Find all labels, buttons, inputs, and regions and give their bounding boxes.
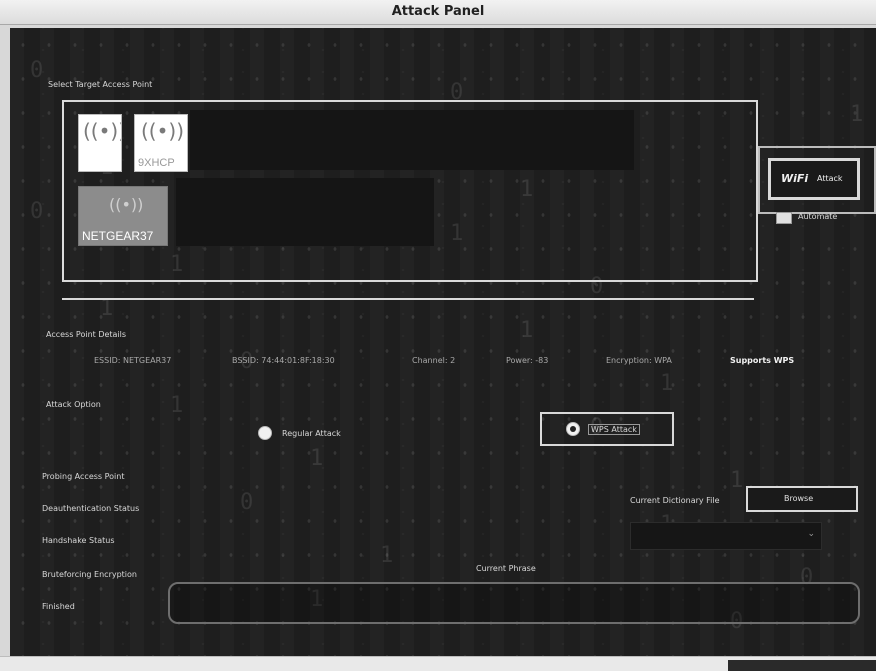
matrix-digit: 0 — [240, 490, 254, 515]
browse-button-label: Browse — [784, 494, 814, 503]
wifi-signal-icon: ((•)) — [83, 119, 122, 143]
wifi-logo-icon: WiFi — [781, 172, 809, 185]
regular-attack-label: Regular Attack — [282, 429, 341, 438]
status-bar — [0, 656, 876, 671]
access-point-list: ((•)) ((•)) 9XHCP ((•)) NETGEAR37 — [62, 100, 758, 282]
channel-value: Channel: 2 — [412, 356, 456, 365]
wps-attack-radio[interactable] — [566, 422, 580, 436]
access-point-details-label: Access Point Details — [46, 330, 127, 339]
encryption-value: Encryption: WPA — [606, 356, 672, 365]
attack-panel: 011011010110101101011010 Select Target A… — [10, 28, 876, 656]
power-value: Power: -83 — [506, 356, 549, 365]
access-point-tile-selected[interactable]: ((•)) NETGEAR37 — [78, 186, 168, 246]
wps-support-badge: Supports WPS — [730, 356, 795, 365]
wifi-signal-icon: ((•)) — [109, 195, 144, 214]
select-target-label: Select Target Access Point — [48, 80, 153, 89]
matrix-digit: 0 — [30, 199, 44, 224]
essid-value: ESSID: NETGEAR37 — [94, 356, 172, 365]
matrix-digit: 1 — [170, 393, 184, 418]
ap-row-area — [176, 178, 434, 246]
access-point-name: 9XHCP — [138, 157, 175, 169]
matrix-digit: 1 — [850, 102, 864, 127]
matrix-digit: 1 — [730, 468, 744, 493]
ap-row-area — [190, 110, 634, 170]
handshake-status-label: Handshake Status — [42, 536, 115, 545]
automate-label: Automate — [798, 212, 838, 221]
window-title: Attack Panel — [0, 0, 876, 25]
regular-attack-radio[interactable] — [258, 426, 272, 440]
attack-option-label: Attack Option — [46, 400, 101, 409]
matrix-digit: 1 — [520, 318, 534, 343]
current-phrase-field — [168, 582, 860, 624]
browse-button[interactable]: Browse — [746, 486, 858, 512]
bruteforce-status-label: Bruteforcing Encryption — [42, 570, 137, 579]
matrix-digit: 1 — [380, 543, 394, 568]
deauth-status-label: Deauthentication Status — [42, 504, 140, 513]
wifi-signal-icon: ((•)) — [141, 119, 185, 143]
status-bar-block — [728, 660, 876, 671]
dictionary-file-label: Current Dictionary File — [630, 496, 720, 505]
wps-attack-label: WPS Attack — [588, 424, 640, 435]
access-point-tile[interactable]: ((•)) 9XHCP — [134, 114, 188, 172]
bssid-value: BSSID: 74:44:01:8F:18:30 — [232, 356, 335, 365]
access-point-tile[interactable]: ((•)) — [78, 114, 122, 172]
chevron-down-icon: ⌄ — [807, 529, 815, 539]
automate-checkbox[interactable] — [776, 212, 792, 224]
finished-status-label: Finished — [42, 602, 75, 611]
current-phrase-label: Current Phrase — [476, 564, 536, 573]
matrix-digit: 0 — [30, 58, 44, 83]
access-point-name: NETGEAR37 — [82, 229, 154, 243]
matrix-digit: 1 — [660, 371, 674, 396]
separator-line — [62, 298, 754, 300]
attack-button[interactable]: WiFi Attack — [768, 158, 860, 200]
attack-button-label: Attack — [817, 174, 843, 183]
dictionary-dropdown[interactable]: ⌄ — [630, 522, 822, 550]
wps-attack-option[interactable]: WPS Attack — [540, 412, 674, 446]
matrix-digit: 1 — [310, 446, 324, 471]
probing-status-label: Probing Access Point — [42, 472, 125, 481]
